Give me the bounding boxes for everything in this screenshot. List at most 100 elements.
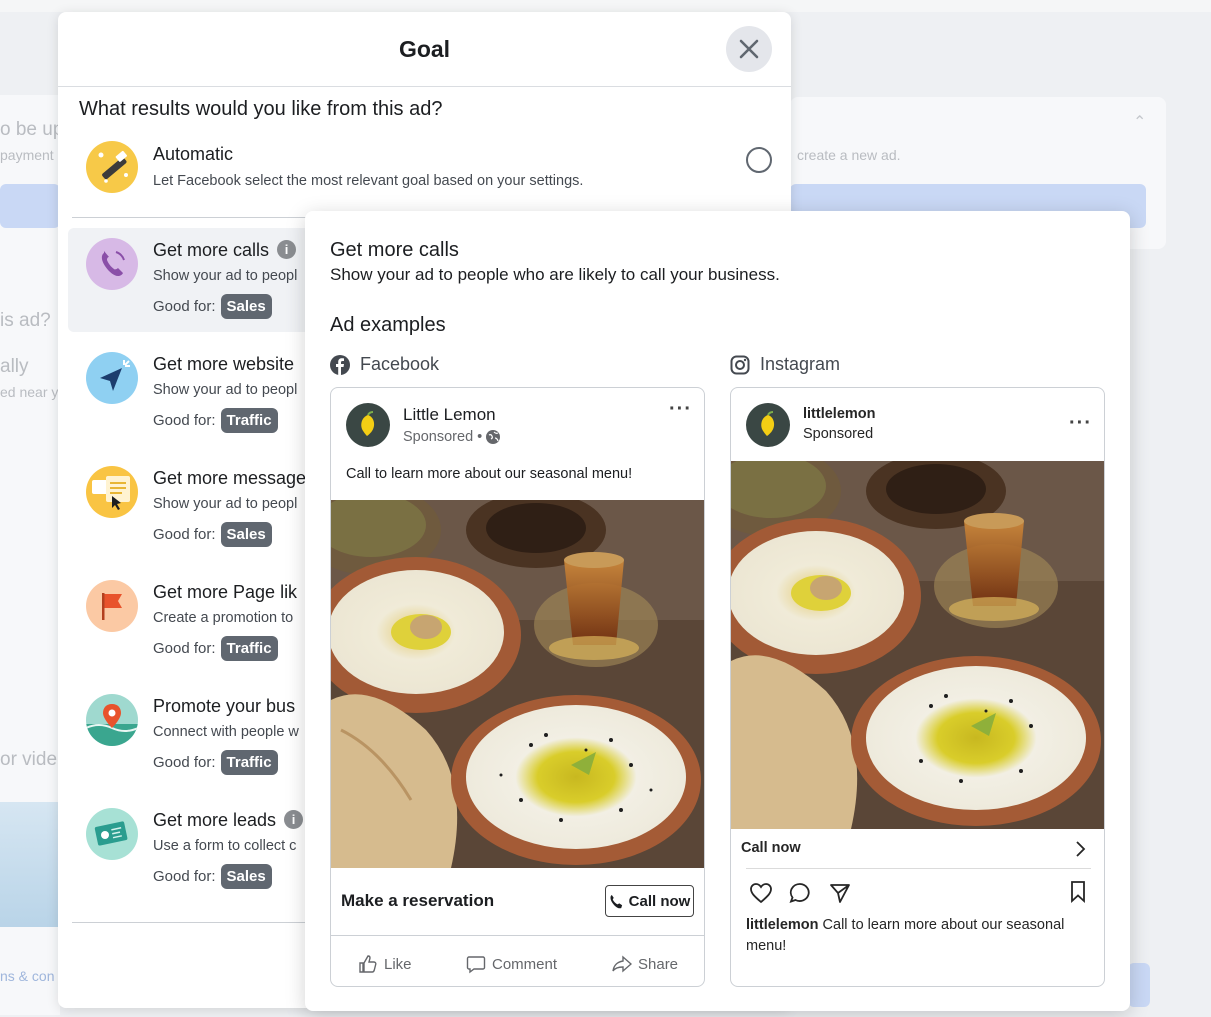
lead-card-icon [86, 808, 138, 860]
goal-option-automatic[interactable]: Automatic Let Facebook select the most r… [86, 140, 776, 200]
close-button[interactable] [726, 26, 772, 72]
goal-badge: Traffic [220, 750, 278, 775]
caption-handle[interactable]: littlelemon [746, 917, 819, 933]
option-title: Get more website [153, 354, 295, 374]
instagram-icon [730, 355, 750, 374]
magic-wand-icon [86, 141, 138, 193]
sponsored-row: Sponsored • [403, 429, 501, 445]
like-label: Like [384, 955, 412, 973]
good-for-row: Good for: Sales [153, 294, 272, 319]
option-title: Get more calls [153, 240, 270, 260]
food-photo [331, 500, 704, 868]
comment-icon [466, 956, 486, 974]
close-icon [739, 39, 759, 59]
background-text: or vide [0, 749, 58, 770]
cursor-click-icon [86, 352, 138, 404]
option-description: Show your ad to peopl [153, 268, 298, 284]
goal-badge: Traffic [220, 408, 278, 433]
platform-name: Facebook [360, 354, 440, 374]
option-description: Connect with people w [153, 724, 299, 740]
share-label: Share [638, 955, 679, 973]
call-now-bar[interactable]: Call now [731, 829, 1104, 869]
facebook-ad-preview: Little Lemon Sponsored • ··· Call to lea… [330, 387, 705, 987]
good-for-label: Good for: [153, 412, 216, 429]
option-description: Create a promotion to [153, 610, 294, 626]
ad-examples-heading: Ad examples [330, 314, 446, 336]
thumbs-up-icon [359, 955, 377, 973]
facebook-icon [330, 354, 350, 375]
phone-icon [86, 238, 138, 290]
more-options-icon[interactable]: ··· [1069, 412, 1092, 435]
automatic-radio[interactable] [746, 147, 772, 173]
good-for-row: Good for: Traffic [153, 636, 278, 661]
send-icon[interactable] [829, 882, 851, 904]
call-now-label: Call now [741, 840, 801, 856]
goal-badge: Sales [220, 864, 272, 889]
good-for-label: Good for: [153, 298, 216, 315]
instagram-platform-label: Instagram [730, 354, 840, 375]
share-icon [612, 955, 632, 973]
good-for-label: Good for: [153, 640, 216, 657]
preview-description: Show your ad to people who are likely to… [330, 265, 780, 284]
background-image [0, 802, 60, 927]
option-title: Promote your bus [153, 696, 296, 716]
page-avatar [346, 403, 390, 447]
page-name[interactable]: Little Lemon [403, 405, 496, 425]
goal-question: What results would you like from this ad… [79, 98, 443, 120]
share-button[interactable]: Share [612, 954, 678, 974]
good-for-label: Good for: [153, 754, 216, 771]
profile-handle[interactable]: littlelemon [803, 406, 876, 422]
sponsored-label: Sponsored • [403, 429, 483, 445]
ad-caption: Call to learn more about our seasonal me… [346, 466, 633, 482]
option-description: Let Facebook select the most relevant go… [153, 173, 584, 189]
good-for-row: Good for: Traffic [153, 750, 278, 775]
info-icon[interactable]: i [284, 810, 304, 829]
goal-badge: Sales [220, 522, 272, 547]
info-icon[interactable]: i [277, 240, 297, 259]
preview-title: Get more calls [330, 239, 459, 261]
message-icon [86, 466, 138, 518]
option-title: Get more Page lik [153, 582, 298, 602]
call-now-button[interactable]: Call now [605, 885, 694, 917]
background-text: create a new ad. [797, 147, 901, 163]
dialog-header: Goal [58, 12, 791, 87]
globe-icon [486, 430, 501, 444]
good-for-label: Good for: [153, 868, 216, 885]
good-for-row: Good for: Traffic [153, 408, 278, 433]
top-bar [0, 0, 1211, 12]
option-description: Show your ad to peopl [153, 382, 298, 398]
flag-icon [86, 580, 138, 632]
bookmark-icon[interactable] [1069, 880, 1087, 904]
lemon-logo-icon [361, 411, 375, 436]
chevron-right-icon [1076, 841, 1086, 857]
background-link: ns & con [0, 968, 55, 984]
call-now-label: Call now [628, 892, 691, 910]
dialog-title: Goal [398, 36, 451, 62]
background-text: ed near y [0, 384, 59, 400]
lemon-logo-icon [761, 411, 775, 436]
background-text: is ad? [0, 310, 51, 331]
background-text: payment [0, 147, 54, 163]
like-button[interactable]: Like [358, 954, 412, 974]
background-text: o be up [0, 119, 64, 140]
sponsored-label: Sponsored [803, 426, 874, 442]
option-title-row: Get more calls i [153, 240, 297, 261]
profile-avatar [746, 403, 790, 447]
facebook-platform-label: Facebook [330, 354, 439, 375]
comment-button[interactable]: Comment [466, 954, 557, 974]
comment-icon[interactable] [789, 882, 811, 904]
option-title: Automatic [153, 144, 234, 164]
phone-icon [610, 894, 622, 908]
more-options-icon[interactable]: ··· [669, 398, 692, 421]
goal-preview-popover: Get more calls Show your ad to people wh… [305, 211, 1130, 1011]
option-title: Get more leads [153, 810, 277, 830]
instagram-caption: littlelemon Call to learn more about our… [746, 915, 1091, 957]
divider [746, 868, 1091, 869]
option-title: Get more message [153, 468, 307, 488]
platform-name: Instagram [760, 354, 841, 374]
chevron-up-icon: ⌃ [1133, 114, 1147, 131]
heart-icon[interactable] [749, 882, 773, 904]
option-description: Use a form to collect c [153, 838, 297, 854]
comment-label: Comment [492, 955, 558, 973]
good-for-row: Good for: Sales [153, 864, 272, 889]
